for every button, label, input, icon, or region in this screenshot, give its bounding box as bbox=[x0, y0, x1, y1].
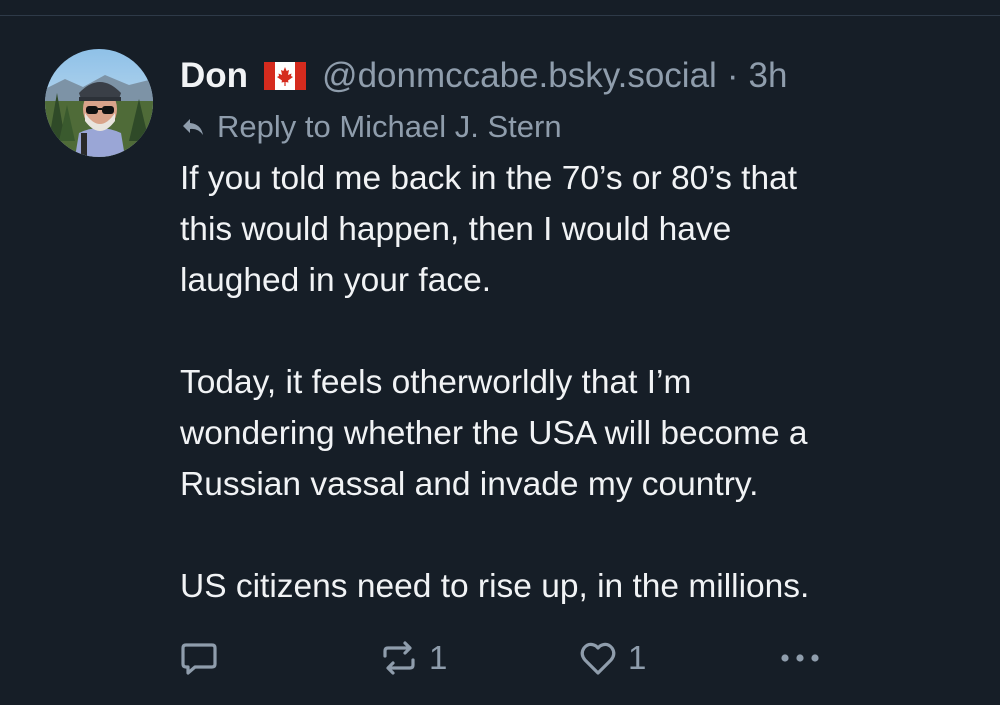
reply-arrow-icon bbox=[180, 114, 206, 140]
like-count: 1 bbox=[628, 639, 647, 676]
like-button[interactable]: 1 bbox=[576, 636, 646, 680]
post-meta: Don @donmccabe.bsky.social · 3h bbox=[180, 54, 970, 98]
post-line: If you told me back in the 70’s or 80’s … bbox=[180, 160, 798, 197]
post-line: this would happen, then I would have bbox=[180, 211, 732, 248]
more-options-button[interactable] bbox=[775, 636, 825, 680]
post-content: Don @donmccabe.bsky.social · 3h Reply to… bbox=[180, 54, 970, 612]
repost-count: 1 bbox=[429, 639, 448, 676]
comment-bubble-icon bbox=[181, 643, 217, 675]
heart-icon bbox=[580, 642, 616, 675]
post-text: If you told me back in the 70’s or 80’s … bbox=[180, 153, 970, 612]
meta-separator: · bbox=[726, 56, 739, 95]
post-line: Today, it feels otherworldly that I’m bbox=[180, 364, 692, 401]
more-dots-icon bbox=[781, 654, 819, 662]
canada-flag-icon bbox=[264, 62, 307, 90]
author-display-name[interactable]: Don bbox=[180, 56, 248, 96]
repost-icon bbox=[383, 641, 415, 675]
author-handle[interactable]: @donmccabe.bsky.social bbox=[322, 56, 717, 96]
repost-button[interactable]: 1 bbox=[377, 636, 447, 680]
reply-to-label: Reply to Michael J. Stern bbox=[217, 109, 562, 144]
post-paragraph-1: If you told me back in the 70’s or 80’s … bbox=[180, 153, 970, 306]
reply-to-indicator[interactable]: Reply to Michael J. Stern bbox=[180, 105, 970, 149]
post-line: Russian vassal and invade my country. bbox=[180, 466, 759, 503]
post-line: US citizens need to rise up, in the mill… bbox=[180, 568, 810, 605]
avatar[interactable] bbox=[45, 49, 153, 157]
post-line: wondering whether the USA will become a bbox=[180, 415, 808, 452]
post-timestamp[interactable]: 3h bbox=[748, 56, 787, 96]
post-actions: 1 1 bbox=[177, 636, 837, 680]
post-paragraph-3: US citizens need to rise up, in the mill… bbox=[180, 561, 970, 612]
post-line: laughed in your face. bbox=[180, 262, 492, 299]
top-divider bbox=[0, 15, 1000, 16]
avatar-image bbox=[45, 49, 153, 157]
post-paragraph-2: Today, it feels otherworldly that I’m wo… bbox=[180, 357, 970, 510]
reply-button[interactable] bbox=[177, 636, 221, 680]
